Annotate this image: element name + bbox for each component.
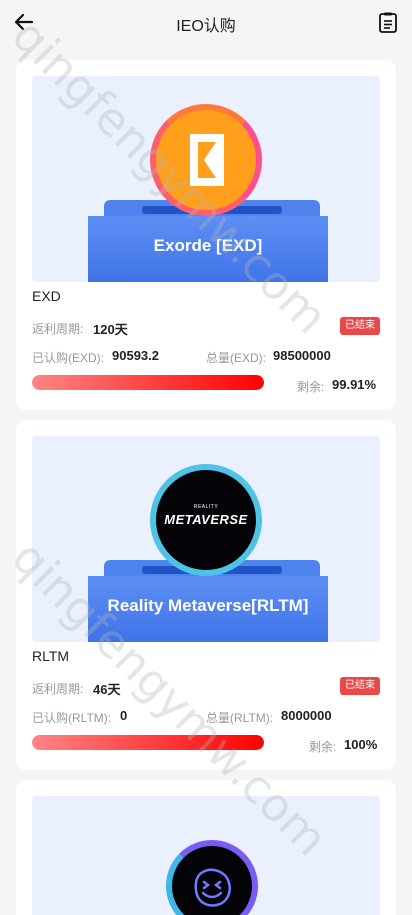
- coin-big-text: METAVERSE: [164, 512, 248, 527]
- ieo-project-card-rltm[interactable]: REALITY METAVERSE Reality Metaverse[RLTM…: [16, 420, 396, 770]
- smiley-face-logo-icon: [166, 840, 258, 915]
- ieo-project-card-3[interactable]: [16, 780, 396, 915]
- progress-bar: [32, 375, 264, 390]
- period-value: 46天: [93, 682, 121, 697]
- ieo-project-card-exd[interactable]: Exorde [EXD] EXD 返利周期: 120天 已结束 已认购(EXD)…: [16, 60, 396, 410]
- progress-bar: [32, 735, 264, 750]
- banner-token-label: Reality Metaverse[RLTM]: [107, 596, 309, 615]
- banner-token-label: Exorde [EXD]: [153, 236, 263, 255]
- subscribed-value: 90593.2: [112, 348, 159, 363]
- remaining-value: 99.91%: [332, 377, 377, 392]
- subscribed-value: 0: [120, 708, 128, 723]
- period-value: 120天: [93, 322, 128, 337]
- coin-small-text: REALITY: [193, 504, 219, 510]
- total-value: 8000000: [281, 708, 332, 723]
- total-label: 总量(EXD):: [206, 351, 267, 365]
- subscribed-label: 已认购(EXD):: [32, 351, 105, 365]
- reality-metaverse-logo-icon: REALITY METAVERSE: [150, 464, 262, 576]
- token-symbol: RLTM: [32, 648, 70, 664]
- status-badge: 已结束: [340, 677, 380, 695]
- project-banner: REALITY METAVERSE Reality Metaverse[RLTM…: [32, 436, 380, 642]
- subscription-box: Exorde [EXD]: [88, 216, 328, 282]
- token-symbol: EXD: [32, 288, 61, 304]
- period-label: 返利周期:: [32, 682, 84, 696]
- subscribed-label: 已认购(RLTM):: [32, 711, 112, 725]
- remaining-label: 剩余:: [297, 380, 325, 394]
- total-value: 98500000: [273, 348, 331, 363]
- project-banner: [32, 796, 380, 915]
- remaining-label: 剩余:: [309, 740, 337, 754]
- exorde-logo-icon: [150, 104, 262, 216]
- status-badge: 已结束: [340, 317, 380, 335]
- top-nav-bar: IEO认购: [0, 0, 412, 44]
- remaining-value: 100%: [344, 737, 378, 752]
- subscription-box: Reality Metaverse[RLTM]: [88, 576, 328, 642]
- page-title: IEO认购: [176, 18, 236, 35]
- document-list-icon[interactable]: [378, 12, 398, 34]
- period-label: 返利周期:: [32, 322, 84, 336]
- progress-fill: [32, 375, 264, 390]
- progress-fill: [32, 735, 264, 750]
- project-banner: Exorde [EXD]: [32, 76, 380, 282]
- total-label: 总量(RLTM):: [206, 711, 274, 725]
